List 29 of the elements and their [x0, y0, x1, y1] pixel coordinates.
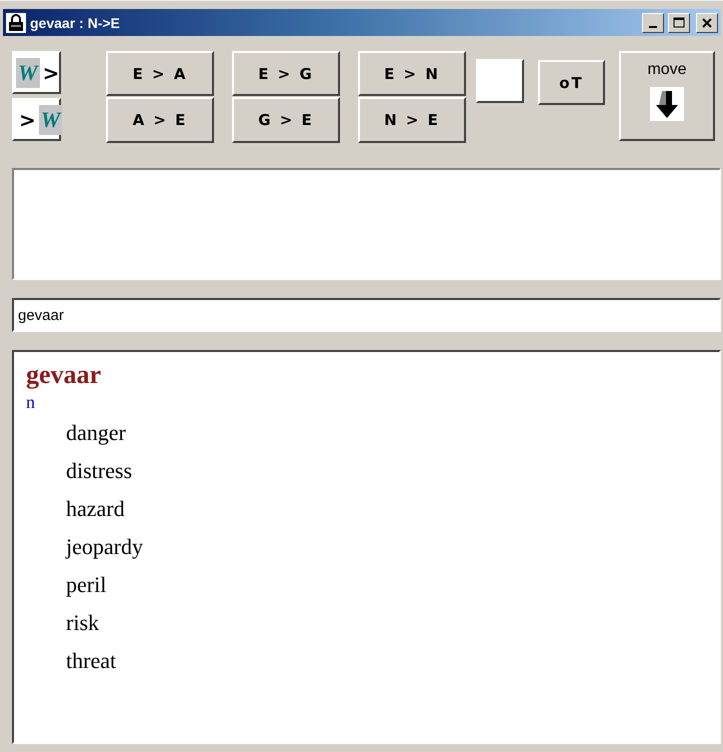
- blank-box[interactable]: [476, 59, 524, 103]
- maximize-icon: [673, 16, 685, 28]
- language-button[interactable]: G > E: [232, 97, 340, 143]
- minimize-button[interactable]: [642, 12, 664, 32]
- translation: hazard: [65, 495, 126, 523]
- maximize-button[interactable]: [668, 12, 690, 32]
- move-button[interactable]: move: [619, 51, 715, 141]
- direction-button[interactable]: W >: [12, 51, 61, 94]
- translation: risk: [65, 609, 100, 637]
- headword: gevaar: [26, 360, 102, 390]
- language-button[interactable]: E > N: [358, 51, 466, 96]
- ot-button[interactable]: oT: [538, 60, 605, 105]
- translation: distress: [65, 457, 133, 485]
- lock-icon: [6, 12, 26, 32]
- language-button[interactable]: N > E: [358, 97, 466, 143]
- language-button[interactable]: E > G: [232, 51, 340, 96]
- language-button[interactable]: E > A: [106, 51, 214, 96]
- translation: peril: [65, 571, 108, 599]
- translation: threat: [65, 647, 118, 675]
- close-button[interactable]: [696, 12, 718, 32]
- language-button[interactable]: A > E: [106, 97, 214, 143]
- minimize-icon: [649, 26, 657, 28]
- part-of-speech: n: [26, 391, 36, 414]
- direction-button[interactable]: > W: [12, 98, 61, 141]
- close-icon: [702, 18, 712, 28]
- translation: jeopardy: [64, 533, 144, 561]
- translation: danger: [65, 419, 127, 447]
- window-title: gevaar : N->E: [30, 14, 121, 30]
- search-field[interactable]: gevaar: [12, 298, 721, 332]
